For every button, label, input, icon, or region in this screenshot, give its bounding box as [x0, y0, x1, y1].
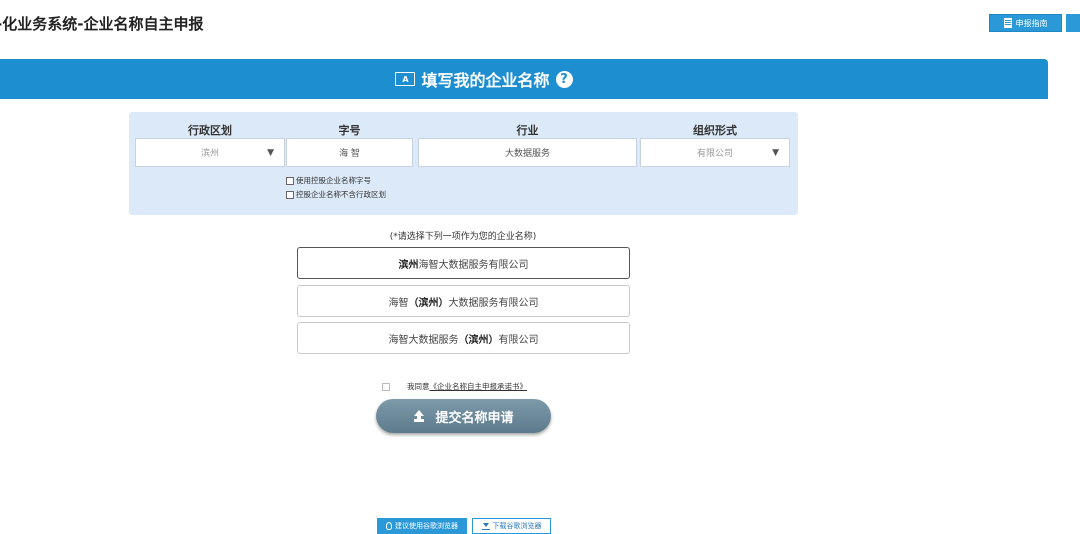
option-1-district: 滨州 — [398, 259, 419, 271]
help-icon[interactable]: ? — [555, 70, 573, 88]
no-district-label: 控股企业名称不含行政区划 — [296, 190, 386, 199]
name-form-panel: 行政区划 字号 行业 组织形式 滨州 ▼ 海 智 大数据服务 有限公司 ▼ 使用… — [129, 112, 798, 215]
option-2-rest: 大数据服务有限公司 — [448, 297, 539, 309]
agreement-prefix: 我同意 — [407, 382, 430, 391]
district-value: 滨州 — [200, 149, 219, 159]
header-extra-button[interactable] — [1066, 14, 1080, 32]
name-option-3[interactable]: 海智大数据服务 （滨州） 有限公司 — [297, 322, 630, 354]
download-icon — [481, 522, 490, 530]
district-select[interactable]: 滨州 ▼ — [135, 138, 285, 167]
holding-name-checkbox[interactable] — [286, 176, 294, 185]
guide-button[interactable]: 申报指南 — [989, 14, 1062, 32]
org-form-value: 有限公司 — [696, 149, 733, 159]
holding-name-label: 使用控股企业名称字号 — [296, 176, 371, 185]
dropdown-arrow-icon: ▼ — [772, 148, 779, 158]
no-district-checkbox-row[interactable]: 控股企业名称不含行政区划 — [286, 189, 386, 200]
name-option-2[interactable]: 海智 （滨州） 大数据服务有限公司 — [297, 285, 630, 317]
industry-input[interactable]: 大数据服务 — [418, 138, 637, 167]
trade-name-input[interactable]: 海 智 — [286, 138, 413, 167]
download-browser-button[interactable]: 下载谷歌浏览器 — [472, 518, 551, 534]
trade-name-header: 字号 — [338, 124, 361, 137]
name-option-1[interactable]: 滨州 海智大数据服务有限公司 — [297, 247, 630, 279]
guide-button-label: 申报指南 — [1015, 18, 1048, 28]
district-header: 行政区划 — [188, 124, 232, 137]
option-1-rest: 海智大数据服务有限公司 — [418, 259, 529, 271]
no-district-checkbox[interactable] — [286, 190, 294, 199]
option-2-district: （滨州） — [408, 297, 449, 309]
industry-value: 大数据服务 — [504, 149, 550, 159]
agreement-checkbox[interactable] — [382, 382, 390, 391]
option-2-prefix: 海智 — [388, 297, 409, 309]
org-form-header: 组织形式 — [693, 124, 737, 137]
edit-name-icon: A — [395, 72, 416, 86]
trade-name-value: 海 智 — [339, 149, 360, 159]
upload-icon — [413, 410, 425, 422]
commitment-letter-link[interactable]: 《企业名称自主申报承诺书》 — [430, 381, 528, 392]
section-banner: A 填写我的企业名称 ? — [0, 59, 1048, 99]
selection-hint: (*请选择下列一项作为您的企业名称) — [389, 232, 537, 242]
document-icon — [1003, 18, 1012, 28]
download-browser-label: 下载谷歌浏览器 — [492, 522, 542, 530]
lightbulb-icon — [386, 522, 392, 530]
submit-label: 提交名称申请 — [435, 410, 514, 426]
recommend-browser-button[interactable]: 建议使用谷歌浏览器 — [377, 518, 467, 534]
option-3-district: （滨州） — [458, 334, 499, 346]
option-3-prefix: 海智大数据服务 — [388, 334, 459, 346]
submit-name-button[interactable]: 提交名称申请 — [376, 399, 551, 433]
industry-header: 行业 — [516, 124, 539, 137]
option-3-rest: 有限公司 — [498, 334, 539, 346]
dropdown-arrow-icon: ▼ — [267, 148, 274, 158]
org-form-select[interactable]: 有限公司 ▼ — [640, 138, 790, 167]
app-title: -化业务系统-企业名称自主申报 — [0, 15, 204, 33]
agreement-row: 我同意 《企业名称自主申报承诺书》 — [382, 381, 527, 392]
banner-title: 填写我的企业名称 — [421, 71, 550, 90]
holding-name-checkbox-row[interactable]: 使用控股企业名称字号 — [286, 175, 371, 186]
recommend-browser-label: 建议使用谷歌浏览器 — [395, 522, 458, 530]
